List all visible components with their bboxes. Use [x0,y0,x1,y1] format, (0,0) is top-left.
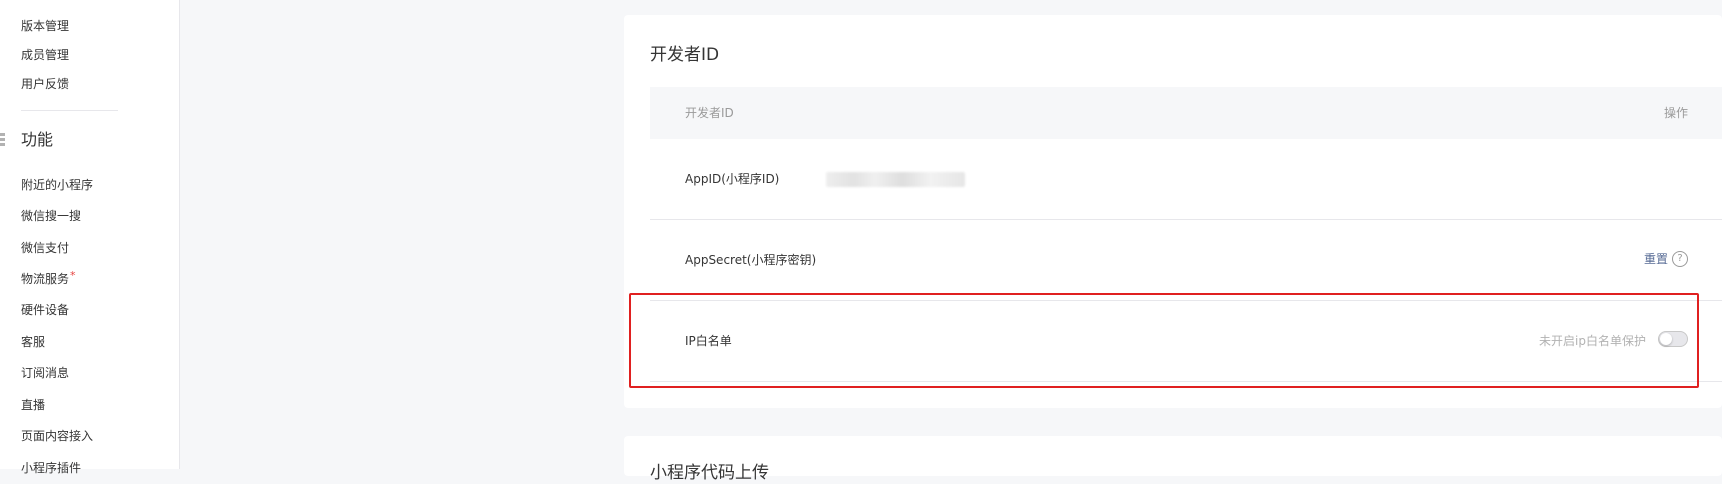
table-row-appid: AppID(小程序ID) [650,139,1722,220]
ip-whitelist-toggle[interactable] [1658,331,1688,347]
appid-label: AppID(小程序ID) [685,172,780,186]
sidebar-item-label: 物流服务 [21,272,70,286]
sidebar-item-logistics-service[interactable]: 物流服务* [21,269,76,287]
sidebar-item-subscription-message[interactable]: 订阅消息 [21,365,69,381]
table-row-ip-whitelist: IP白名单 未开启ip白名单保护 [650,301,1722,382]
reset-secret-link[interactable]: 重置 ? [1644,250,1688,268]
appid-value-masked [826,172,965,187]
ip-whitelist-label: IP白名单 [685,334,732,348]
sidebar-item-hardware-device[interactable]: 硬件设备 [21,302,69,318]
developer-id-card: 开发者ID 开发者ID 操作 AppID(小程序ID) AppSecret(小程… [624,15,1722,408]
ip-whitelist-status: 未开启ip白名单保护 [1539,334,1646,348]
next-card: 小程序代码上传 [624,436,1722,483]
sidebar: 版本管理 成员管理 用户反馈 功能 附近的小程序 微信搜一搜 微信支付 物流服务… [0,0,180,475]
column-header-action: 操作 [1663,106,1688,120]
help-icon[interactable]: ? [1672,251,1688,267]
feature-group-icon [0,133,6,147]
sidebar-item-wechat-search[interactable]: 微信搜一搜 [21,208,81,224]
sidebar-item-plugins[interactable]: 小程序插件 [21,460,81,476]
sidebar-item-member-management[interactable]: 成员管理 [21,47,69,63]
sidebar-item-page-content-access[interactable]: 页面内容接入 [21,428,93,444]
sidebar-item-version-management[interactable]: 版本管理 [21,18,69,34]
column-header-developer-id: 开发者ID [685,106,734,120]
next-card-title: 小程序代码上传 [650,463,769,483]
sidebar-item-wechat-pay[interactable]: 微信支付 [21,240,69,256]
sidebar-item-customer-service[interactable]: 客服 [21,334,45,350]
sidebar-item-nearby-miniprogram[interactable]: 附近的小程序 [21,177,93,193]
new-badge: * [70,269,76,282]
appsecret-label: AppSecret(小程序密钥) [685,253,817,267]
table-row-appsecret: AppSecret(小程序密钥) 重置 ? [650,220,1722,301]
sidebar-group-title: 功能 [21,130,54,149]
sidebar-item-live[interactable]: 直播 [21,397,45,413]
card-title: 开发者ID [650,45,720,65]
table-header: 开发者ID 操作 [650,87,1722,139]
toggle-knob [1660,333,1672,345]
sidebar-item-user-feedback[interactable]: 用户反馈 [21,76,69,92]
reset-label: 重置 [1643,252,1668,266]
sidebar-divider [21,110,118,111]
